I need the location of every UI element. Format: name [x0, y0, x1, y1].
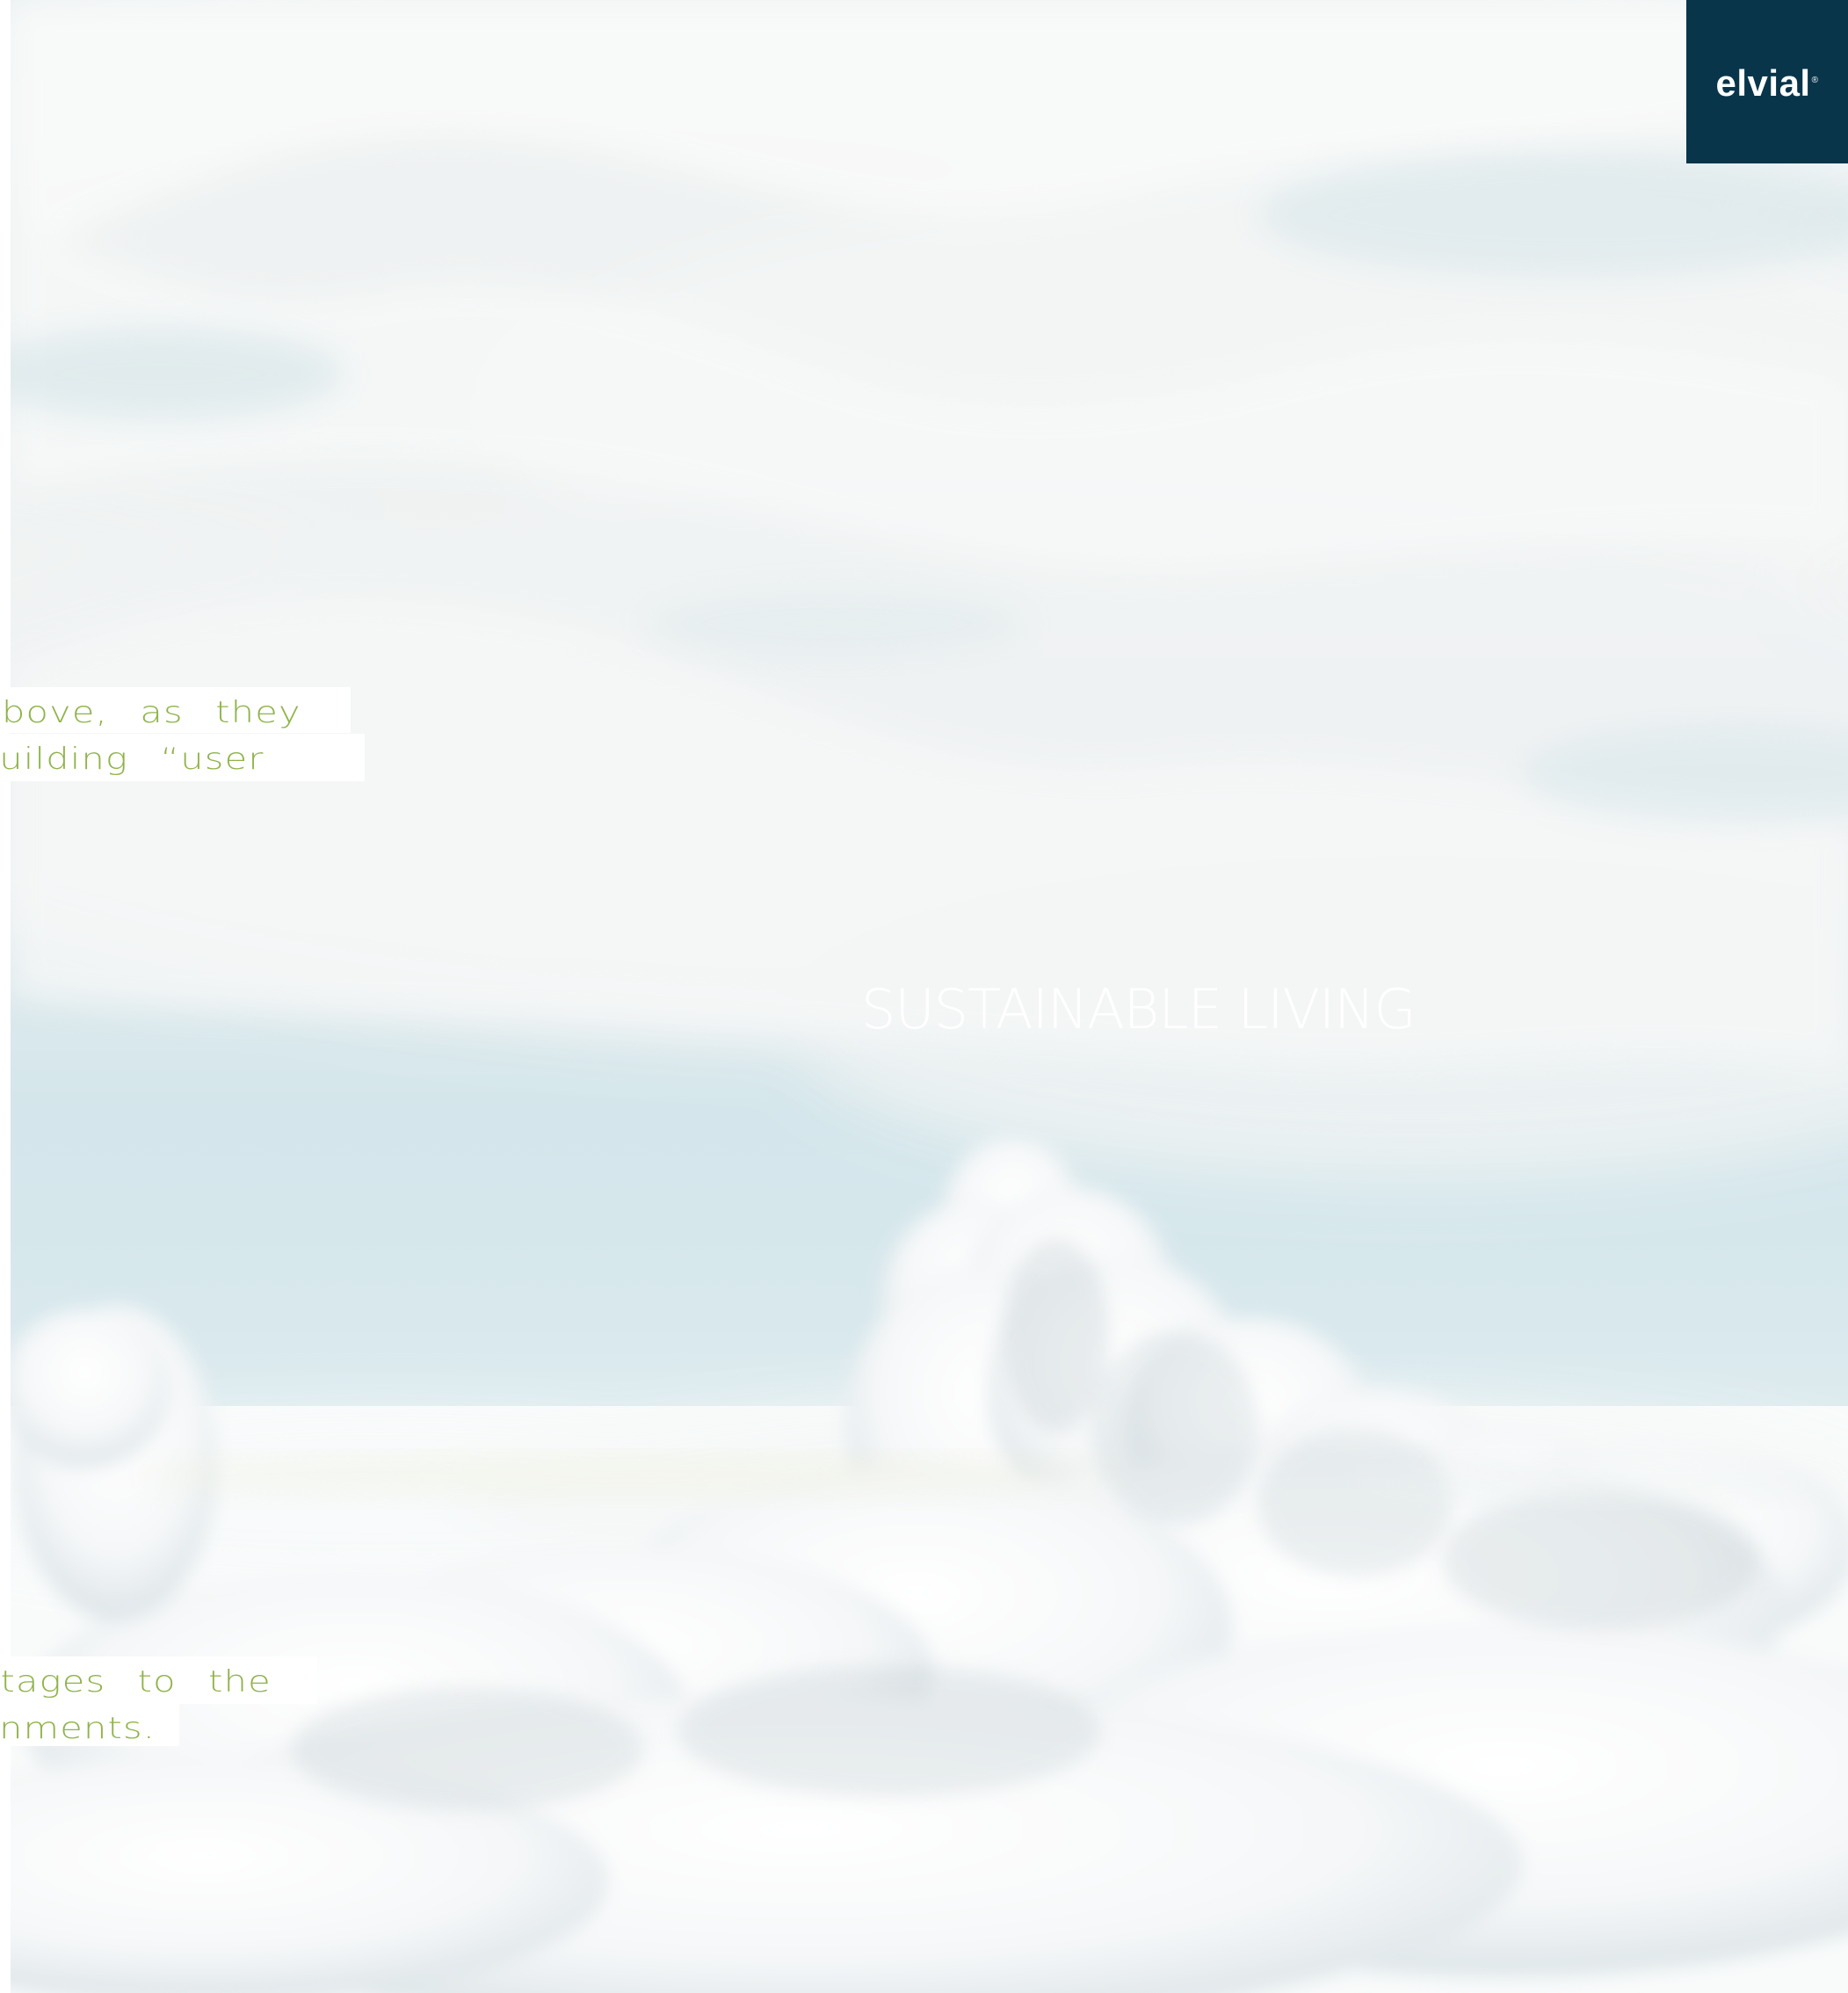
- text-fragment-top-line-1-text: e above, as they: [0, 695, 301, 730]
- brand-logo: elvial®: [1716, 62, 1819, 105]
- brand-logo-box: elvial®: [1686, 0, 1848, 163]
- brand-logo-text: elvial: [1715, 62, 1811, 104]
- text-fragment-bottom-line-1: vantages to the: [0, 1656, 317, 1704]
- text-fragment-top-line-2: a building “user: [0, 734, 365, 781]
- text-fragment-bottom-line-2: ronments.: [0, 1703, 179, 1746]
- text-fragment-top-line-2-text: a building “user: [0, 742, 265, 777]
- text-fragment-top-line-1: e above, as they: [0, 687, 351, 733]
- brochure-page: elvial® SUSTAINABLE LIVING e above, as t…: [0, 0, 1848, 1993]
- page-title: SUSTAINABLE LIVING: [861, 977, 1417, 1041]
- text-fragment-bottom-line-2-text: ronments.: [0, 1711, 156, 1746]
- brand-logo-mark: ®: [1811, 76, 1819, 85]
- text-fragment-bottom-line-1-text: vantages to the: [0, 1664, 272, 1699]
